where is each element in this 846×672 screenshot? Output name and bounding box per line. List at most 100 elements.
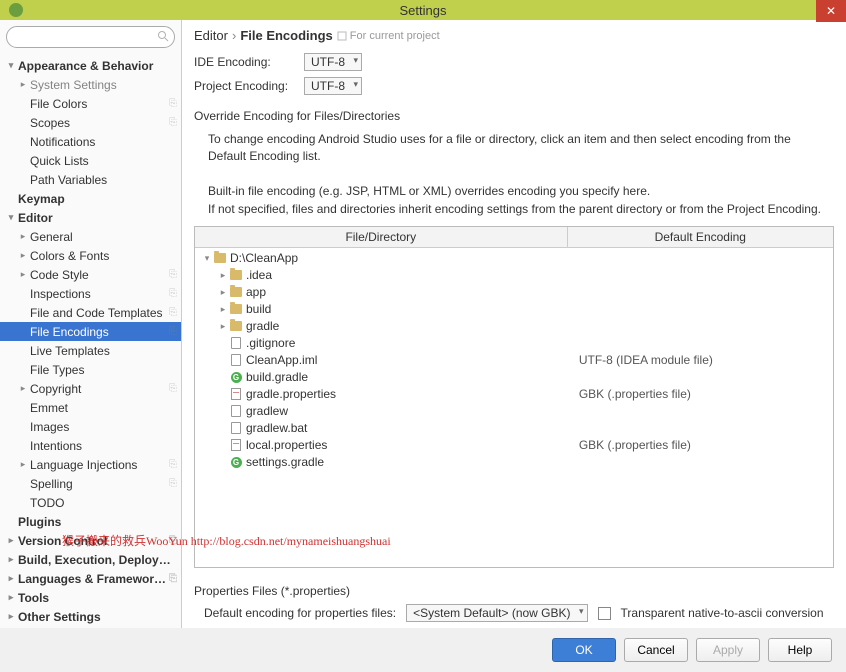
expand-arrow-icon: ▸ (6, 612, 16, 622)
gradle-icon: G (229, 370, 243, 384)
dialog-footer: OK Cancel Apply Help (0, 628, 846, 672)
expand-arrow-icon: ▾ (6, 61, 16, 71)
project-scope-icon: ⎘ (169, 326, 181, 338)
sidebar-item-label: Path Variables (30, 173, 181, 187)
transparent-label[interactable]: Transparent native-to-ascii conversion (621, 606, 824, 620)
expand-arrow-icon: ▸ (6, 593, 16, 603)
encoding-value[interactable]: UTF-8 (IDEA module file) (573, 353, 833, 367)
expand-arrow-icon (18, 403, 28, 413)
sidebar-item[interactable]: ▸Language Injections⎘ (0, 455, 181, 474)
table-row[interactable]: local.propertiesGBK (.properties file) (195, 437, 833, 454)
sidebar-item-label: File and Code Templates (30, 306, 167, 320)
table-row[interactable]: CleanApp.iml UTF-8 (IDEA module file) (195, 352, 833, 369)
table-row[interactable]: Gbuild.gradle (195, 369, 833, 386)
project-encoding-combo[interactable]: UTF-8 (304, 77, 362, 95)
sidebar-item[interactable]: Path Variables (0, 170, 181, 189)
encoding-value[interactable]: GBK (.properties file) (573, 387, 833, 401)
sidebar-item[interactable]: Images (0, 417, 181, 436)
sidebar-item-label: Tools (18, 591, 181, 605)
sidebar-item-label: Images (30, 420, 181, 434)
ide-encoding-combo[interactable]: UTF-8 (304, 53, 362, 71)
sidebar-item[interactable]: ▸Copyright⎘ (0, 379, 181, 398)
table-row[interactable]: gradle.propertiesGBK (.properties file) (195, 386, 833, 403)
sidebar-item[interactable]: Intentions (0, 436, 181, 455)
table-row[interactable]: Gsettings.gradle (195, 454, 833, 471)
apply-button[interactable]: Apply (696, 638, 760, 662)
table-row[interactable]: ▸build (195, 301, 833, 318)
col-encoding[interactable]: Default Encoding (568, 227, 833, 247)
sidebar-item[interactable]: ▸Other Settings (0, 607, 181, 626)
props-encoding-combo[interactable]: <System Default> (now GBK) (406, 604, 587, 622)
table-row[interactable]: gradlew.bat (195, 420, 833, 437)
sidebar-item[interactable]: ▸System Settings (0, 75, 181, 94)
encoding-table[interactable]: File/Directory Default Encoding ▾D:\Clea… (194, 226, 834, 568)
crumb-root[interactable]: Editor (194, 28, 228, 43)
sidebar-item[interactable]: Live Templates (0, 341, 181, 360)
sidebar-item-label: Live Templates (30, 344, 181, 358)
sidebar-item[interactable]: ▸General (0, 227, 181, 246)
sidebar-item-label: Language Injections (30, 458, 167, 472)
expand-arrow-icon (18, 498, 28, 508)
folder-icon (213, 251, 227, 265)
search-icon (157, 30, 169, 42)
sidebar-item[interactable]: ▾Editor (0, 208, 181, 227)
sidebar-item-label: Intentions (30, 439, 181, 453)
sidebar-item[interactable]: File Types (0, 360, 181, 379)
expand-arrow-icon: ▸ (6, 555, 16, 565)
sidebar-item[interactable]: ▸Colors & Fonts (0, 246, 181, 265)
table-row[interactable]: ▸gradle (195, 318, 833, 335)
folder-icon (229, 285, 243, 299)
expand-arrow-icon (18, 156, 28, 166)
sidebar-item-label: Inspections (30, 287, 167, 301)
table-row[interactable]: ▾D:\CleanApp (195, 250, 833, 267)
expand-arrow-icon (18, 422, 28, 432)
file-name: CleanApp.iml (246, 353, 317, 367)
watermark: 猴子搬来的救兵WooYun http://blog.csdn.net/mynam… (62, 532, 391, 549)
sidebar-item[interactable]: Notifications (0, 132, 181, 151)
sidebar-item[interactable]: ▸Code Style⎘ (0, 265, 181, 284)
sidebar-item[interactable]: File Encodings⎘ (0, 322, 181, 341)
crumb-hint: For current project (337, 30, 440, 42)
expand-arrow-icon (18, 118, 28, 128)
file-name: D:\CleanApp (230, 251, 298, 265)
table-row[interactable]: ▸app (195, 284, 833, 301)
project-encoding-label: Project Encoding: (194, 79, 304, 93)
sidebar-item[interactable]: Inspections⎘ (0, 284, 181, 303)
table-row[interactable]: gradlew (195, 403, 833, 420)
file-icon (229, 404, 243, 418)
encoding-value[interactable]: GBK (.properties file) (573, 438, 833, 452)
sidebar-item[interactable]: TODO (0, 493, 181, 512)
sidebar-item[interactable]: ▸Languages & Frameworks⎘ (0, 569, 181, 588)
ok-button[interactable]: OK (552, 638, 616, 662)
sidebar-item[interactable]: Quick Lists (0, 151, 181, 170)
expand-arrow-icon (18, 289, 28, 299)
sidebar-item[interactable]: ▸Build, Execution, Deployment (0, 550, 181, 569)
sidebar-item[interactable]: File Colors⎘ (0, 94, 181, 113)
sidebar-item[interactable]: Scopes⎘ (0, 113, 181, 132)
close-button[interactable]: ✕ (816, 0, 846, 22)
sidebar-item[interactable]: Emmet (0, 398, 181, 417)
help-button[interactable]: Help (768, 638, 832, 662)
sidebar-item[interactable]: ▸Tools (0, 588, 181, 607)
sidebar-item[interactable]: Spelling⎘ (0, 474, 181, 493)
help-text: To change encoding Android Studio uses f… (194, 123, 834, 222)
file-name: settings.gradle (246, 455, 324, 469)
search-input[interactable] (6, 26, 175, 48)
sidebar-item[interactable]: File and Code Templates⎘ (0, 303, 181, 322)
cancel-button[interactable]: Cancel (624, 638, 688, 662)
table-row[interactable]: ▸.idea (195, 267, 833, 284)
gradle-icon: G (229, 455, 243, 469)
sidebar-item[interactable]: Plugins (0, 512, 181, 531)
sidebar-item-label: Spelling (30, 477, 167, 491)
expand-arrow-icon: ▸ (217, 270, 229, 281)
sidebar-item-label: Other Settings (18, 610, 181, 624)
col-file[interactable]: File/Directory (195, 227, 568, 247)
table-row[interactable]: .gitignore (195, 335, 833, 352)
transparent-checkbox[interactable] (598, 607, 611, 620)
sidebar-item-label: Colors & Fonts (30, 249, 181, 263)
sidebar-item[interactable]: Keymap (0, 189, 181, 208)
expand-arrow-icon: ▾ (6, 213, 16, 223)
sidebar-item[interactable]: ▾Appearance & Behavior (0, 56, 181, 75)
project-scope-icon: ⎘ (169, 269, 181, 281)
folder-icon (229, 302, 243, 316)
